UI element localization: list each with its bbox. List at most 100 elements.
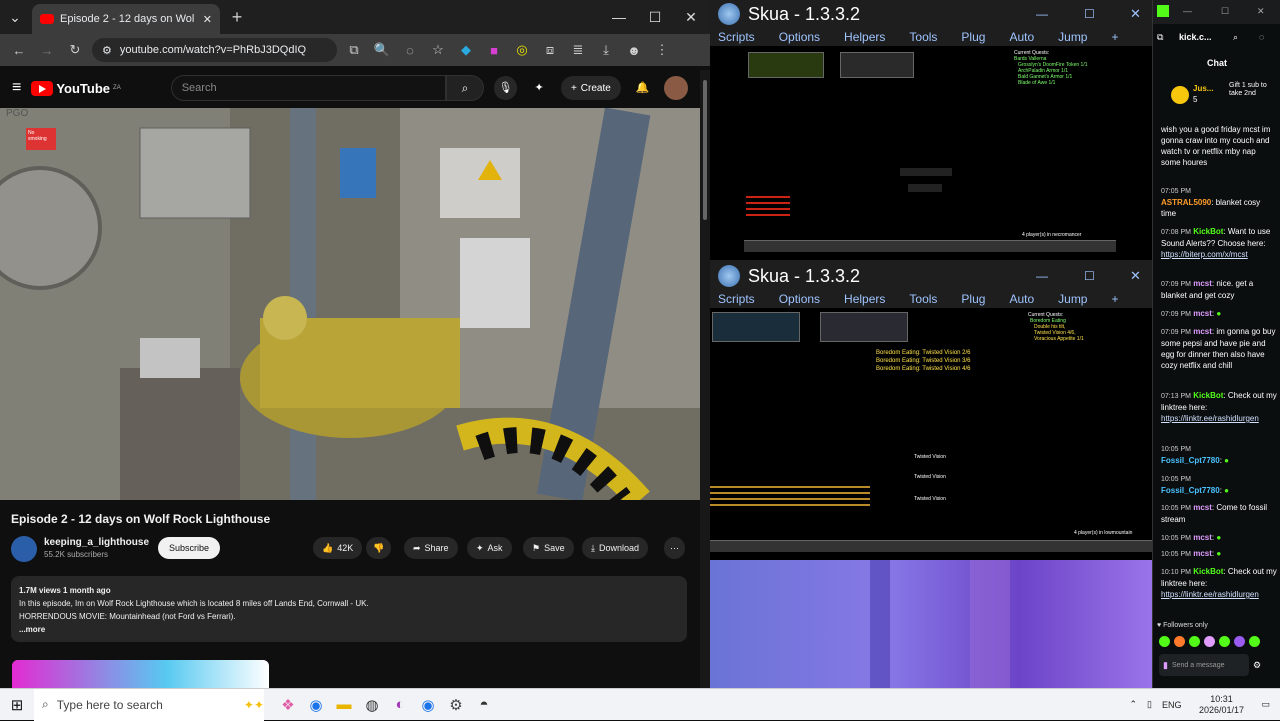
message-user[interactable]: KickBot bbox=[1193, 567, 1223, 576]
menu-options[interactable]: Options bbox=[779, 292, 820, 306]
menu-plug[interactable]: Plug bbox=[961, 292, 985, 306]
tab-active[interactable]: Episode 2 - 12 days on Wol ✕ bbox=[32, 4, 220, 34]
battery-icon[interactable]: ▯ bbox=[1147, 699, 1152, 710]
scrollbar-thumb[interactable] bbox=[703, 80, 707, 220]
windows-start-icon[interactable]: ⊞ bbox=[0, 693, 34, 717]
menu-tools[interactable]: Tools bbox=[909, 30, 937, 44]
emote-icon[interactable] bbox=[1159, 636, 1170, 647]
message-link[interactable]: https://biterp.com/x/mcst bbox=[1161, 250, 1248, 259]
menu-add[interactable]: + bbox=[1111, 30, 1118, 44]
game-canvas[interactable]: Current Quests: Bards Vallerna Grosslyn'… bbox=[710, 46, 1152, 260]
close-button[interactable]: ✕ bbox=[1257, 6, 1265, 17]
description-box[interactable]: 1.7M views 1 month ago In this episode, … bbox=[11, 576, 687, 642]
message-user[interactable]: mcst bbox=[1193, 533, 1212, 542]
close-window-button[interactable]: ✕ bbox=[674, 2, 708, 32]
hamburger-menu-icon[interactable]: ≡ bbox=[12, 79, 21, 97]
menu-plug[interactable]: Plug bbox=[961, 30, 985, 44]
menu-tools[interactable]: Tools bbox=[909, 292, 937, 306]
eye-off-icon[interactable]: ◌ bbox=[1259, 32, 1264, 43]
search-button[interactable]: ⌕ bbox=[446, 75, 484, 101]
taskbar-search[interactable]: ⌕ Type here to search ✦✦ bbox=[34, 688, 264, 721]
message-user[interactable]: Fossil_Cpt7780 bbox=[1161, 486, 1220, 495]
chrome-taskbar-icon[interactable]: ◉ bbox=[414, 693, 442, 717]
chevron-up-icon[interactable]: ⌃ bbox=[1129, 699, 1137, 710]
subscribe-button[interactable]: Subscribe bbox=[158, 537, 221, 559]
message-link[interactable]: https://linktr.ee/rashidlurgen bbox=[1161, 414, 1259, 423]
settings-icon[interactable]: ⚙ bbox=[1253, 660, 1261, 671]
menu-helpers[interactable]: Helpers bbox=[844, 30, 885, 44]
like-button[interactable]: 👍 42K bbox=[313, 537, 363, 559]
tab-search-icon[interactable]: ⌄ bbox=[2, 2, 28, 32]
sidebar-icon[interactable]: ⧉ bbox=[1157, 32, 1163, 43]
recommended-thumbnail[interactable] bbox=[12, 660, 269, 688]
download-button[interactable]: ⤓ Download bbox=[582, 537, 649, 559]
cast-icon[interactable]: ⧉ bbox=[343, 42, 365, 58]
site-info-icon[interactable]: ⚙ bbox=[102, 44, 112, 57]
save-button[interactable]: ⚑ Save bbox=[523, 537, 574, 559]
menu-jump[interactable]: Jump bbox=[1058, 30, 1087, 44]
channel-avatar[interactable] bbox=[11, 536, 37, 562]
menu-scripts[interactable]: Scripts bbox=[718, 292, 755, 306]
message-link[interactable]: https://linktr.ee/rashidlurgen bbox=[1161, 590, 1259, 599]
menu-scripts[interactable]: Scripts bbox=[718, 30, 755, 44]
ask-button[interactable]: ✦ Ask bbox=[467, 537, 512, 559]
menu-auto[interactable]: Auto bbox=[1009, 292, 1034, 306]
back-icon[interactable]: ← bbox=[8, 43, 30, 58]
menu-jump[interactable]: Jump bbox=[1058, 292, 1087, 306]
bookmark-star-icon[interactable]: ☆ bbox=[427, 42, 449, 58]
clock[interactable]: 10:31 2026/01/17 bbox=[1191, 694, 1251, 716]
youtube-logo[interactable]: YouTube ZA bbox=[31, 80, 121, 96]
action-bar[interactable] bbox=[710, 540, 1152, 552]
download-icon[interactable]: ⤓ bbox=[595, 42, 617, 58]
minimize-button[interactable]: — bbox=[1036, 7, 1076, 21]
file-explorer-icon[interactable]: ▬ bbox=[330, 693, 358, 717]
language-indicator[interactable]: ENG bbox=[1162, 700, 1182, 710]
emote-icon[interactable] bbox=[1204, 636, 1215, 647]
menu-icon[interactable]: ⋮ bbox=[651, 42, 673, 58]
message-user[interactable]: Fossil_Cpt7780 bbox=[1161, 456, 1220, 465]
account-avatar[interactable] bbox=[664, 76, 689, 100]
more-actions-button[interactable]: ⋯ bbox=[664, 537, 685, 559]
voice-search-icon[interactable]: 🎙 bbox=[493, 76, 518, 100]
chrome-taskbar-icon[interactable]: ◉ bbox=[302, 693, 330, 717]
minimize-button[interactable]: — bbox=[602, 2, 636, 32]
copilot-icon[interactable]: ❖ bbox=[274, 693, 302, 717]
emote-icon[interactable] bbox=[1189, 636, 1200, 647]
emote-icon[interactable] bbox=[1174, 636, 1185, 647]
maximize-button[interactable]: ☐ bbox=[638, 2, 672, 32]
menu-helpers[interactable]: Helpers bbox=[844, 292, 885, 306]
menu-auto[interactable]: Auto bbox=[1009, 30, 1034, 44]
emote-icon[interactable] bbox=[1219, 636, 1230, 647]
close-tab-icon[interactable]: ✕ bbox=[203, 13, 212, 26]
emote-icon[interactable] bbox=[1249, 636, 1260, 647]
create-button[interactable]: + Create bbox=[560, 76, 621, 100]
address-bar[interactable]: ⚙ youtube.com/watch?v=PhRbJ3DQdIQ bbox=[92, 38, 337, 62]
action-bar[interactable] bbox=[744, 240, 1116, 252]
message-user[interactable]: mcst bbox=[1193, 327, 1212, 336]
message-user[interactable]: mcst bbox=[1193, 503, 1212, 512]
close-button[interactable]: ✕ bbox=[1130, 6, 1152, 22]
search-icon[interactable]: ⌕ bbox=[1233, 32, 1238, 43]
reload-icon[interactable]: ↻ bbox=[64, 42, 86, 58]
message-input[interactable]: ▮ Send a message bbox=[1159, 654, 1249, 676]
menu-add[interactable]: + bbox=[1111, 292, 1118, 306]
extension-icon[interactable]: ■ bbox=[483, 43, 505, 58]
message-user[interactable]: mcst bbox=[1193, 549, 1212, 558]
minimize-button[interactable]: — bbox=[1183, 6, 1192, 17]
ask-ai-icon[interactable]: ✦ bbox=[527, 76, 551, 100]
maximize-button[interactable]: ☐ bbox=[1084, 269, 1122, 283]
channel-name[interactable]: keeping_a_lighthouse bbox=[44, 537, 149, 548]
zoom-icon[interactable]: 🔍 bbox=[371, 42, 393, 58]
close-button[interactable]: ✕ bbox=[1130, 268, 1152, 284]
reading-list-icon[interactable]: ≣ bbox=[567, 42, 589, 58]
emote-bar[interactable] bbox=[1159, 636, 1277, 648]
forward-icon[interactable]: → bbox=[36, 43, 58, 58]
game-canvas[interactable]: Current Quests: Boredom Eating Double hi… bbox=[710, 308, 1152, 560]
profile-avatar-icon[interactable]: ☻ bbox=[623, 43, 645, 58]
extension-icon[interactable]: ◆ bbox=[455, 42, 477, 58]
maximize-button[interactable]: ☐ bbox=[1221, 6, 1229, 17]
minimize-button[interactable]: — bbox=[1036, 269, 1076, 283]
obs-icon[interactable]: ◍ bbox=[358, 693, 386, 717]
new-tab-button[interactable]: + bbox=[220, 2, 254, 32]
app-icon[interactable]: ◐ bbox=[386, 693, 414, 717]
